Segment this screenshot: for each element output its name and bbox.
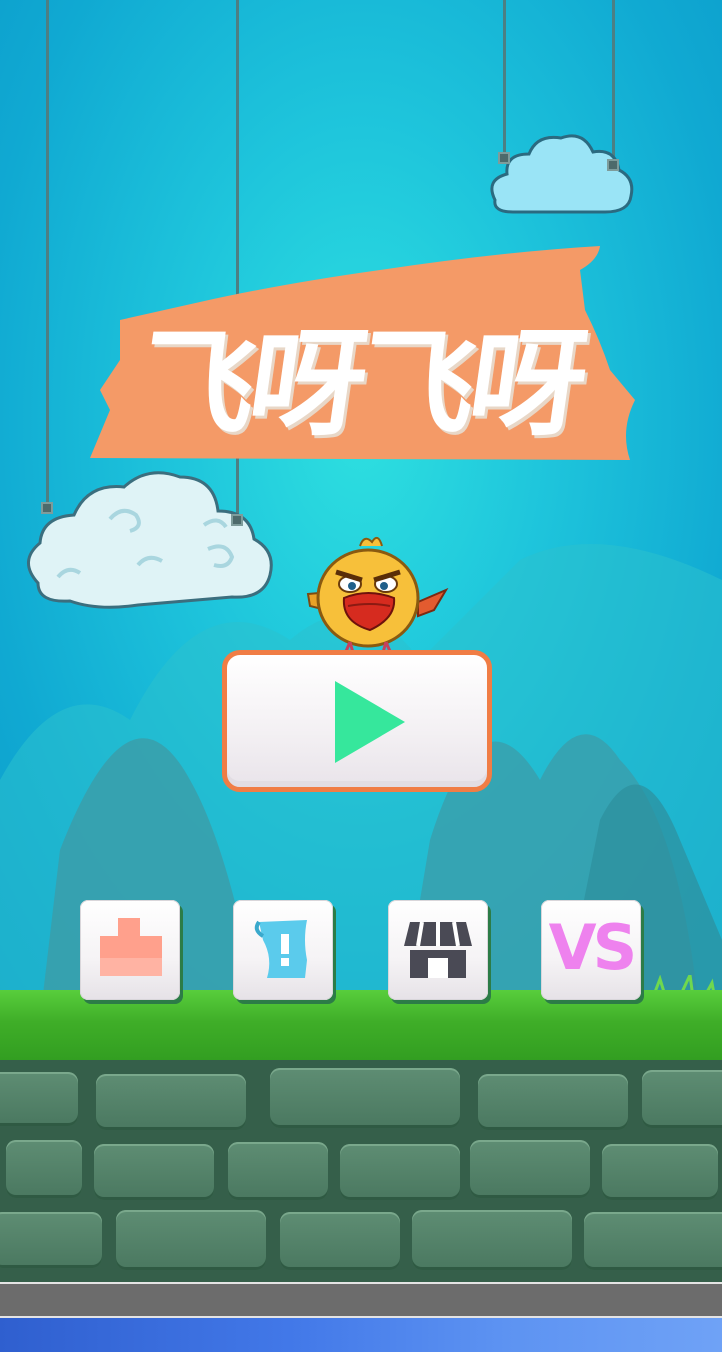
taskbar-strip <box>0 1316 722 1352</box>
play-icon <box>335 681 405 763</box>
bird-character-icon <box>306 536 449 657</box>
play-button[interactable] <box>222 650 492 792</box>
versus-label: VS <box>548 911 638 984</box>
cloud-clip <box>231 514 243 526</box>
grass-ground <box>0 990 722 1070</box>
game-title: 飞呀飞呀 <box>130 317 590 452</box>
podium-icon <box>100 918 162 976</box>
store-icon <box>404 921 472 978</box>
cloud-clip <box>607 159 619 171</box>
stone-wall <box>0 1060 722 1282</box>
shop-button[interactable] <box>388 900 488 1000</box>
cloud-clip <box>498 152 510 164</box>
versus-button[interactable]: VS <box>541 900 641 1000</box>
rope-left <box>46 0 49 505</box>
scroll-icon <box>254 920 307 978</box>
status-bar-gray <box>0 1282 722 1316</box>
rank-button[interactable] <box>80 900 180 1000</box>
cloud-small-icon <box>490 134 634 214</box>
help-button[interactable] <box>233 900 333 1000</box>
cloud-clip <box>41 502 53 514</box>
cloud-large-icon <box>27 471 273 609</box>
